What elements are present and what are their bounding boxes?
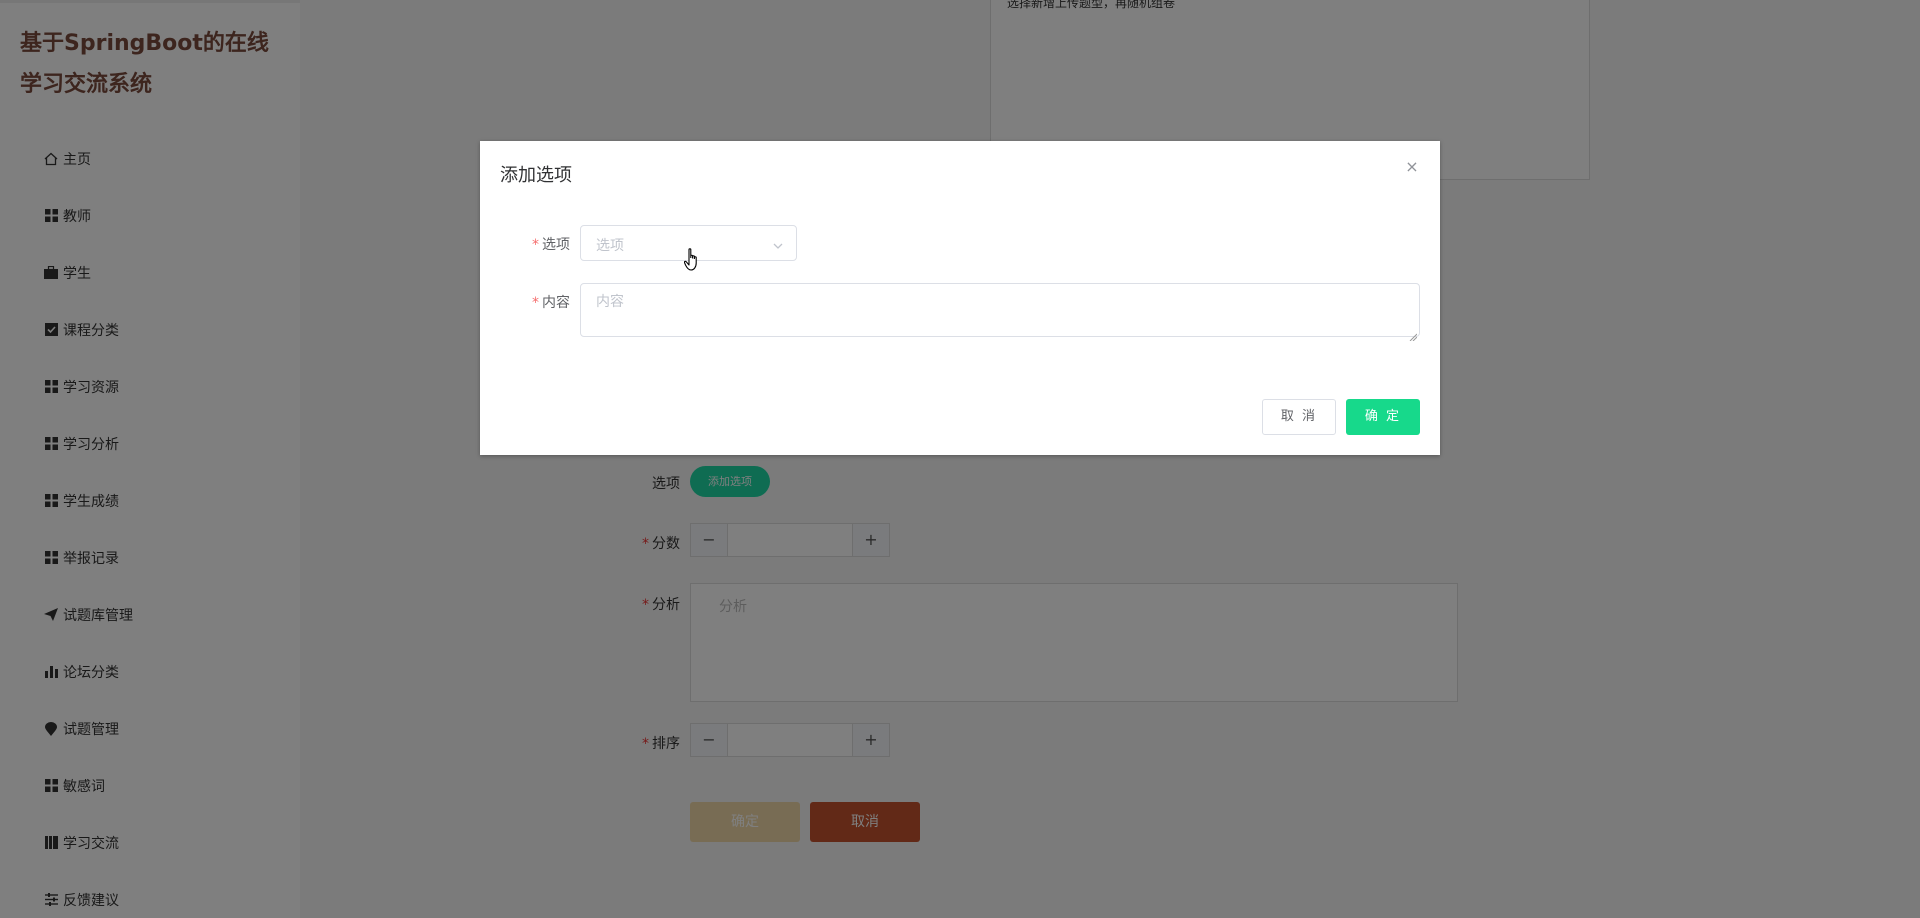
content-textarea[interactable]: 内容 [580,283,1420,342]
option-field-label: * 选项 [532,237,570,253]
dialog-title: 添加选项 [500,165,572,186]
hand-cursor-icon [683,248,702,272]
content-field-label: * 内容 [532,295,570,311]
resize-handle-icon[interactable] [1409,326,1418,342]
content-placeholder: 内容 [596,294,624,310]
close-icon[interactable]: × [1404,159,1420,175]
add-option-dialog: 添加选项 × * 选项 选项 * 内容 内容 取 消 确 定 [480,141,1440,455]
dialog-ok-button[interactable]: 确 定 [1346,399,1420,435]
dialog-cancel-button[interactable]: 取 消 [1262,399,1336,435]
chevron-down-icon [772,237,784,249]
modal-overlay[interactable] [0,0,1920,918]
option-select-placeholder: 选项 [596,238,624,254]
